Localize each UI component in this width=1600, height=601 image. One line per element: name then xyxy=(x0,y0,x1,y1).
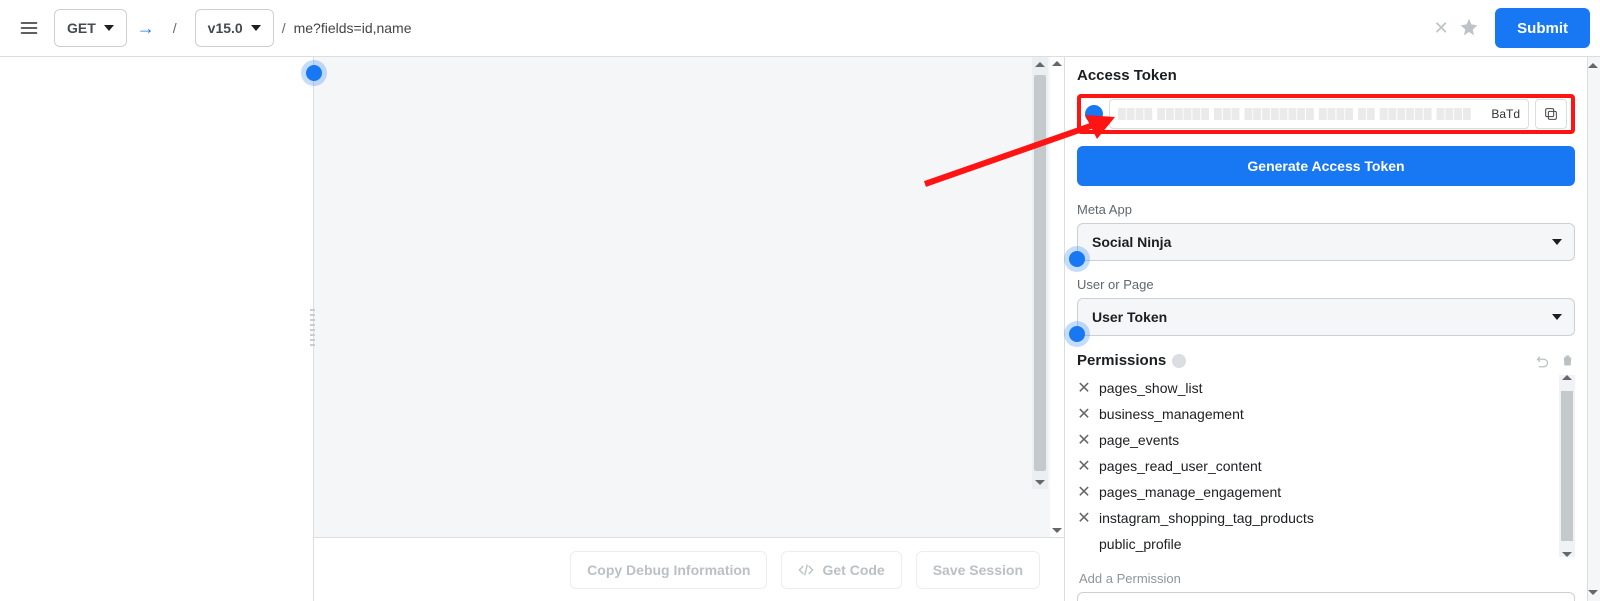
tour-dot-icon xyxy=(306,65,322,81)
permission-name: pages_show_list xyxy=(1099,380,1203,396)
scroll-up-icon[interactable] xyxy=(1052,61,1062,66)
remove-permission-icon[interactable]: ✕ xyxy=(1077,430,1091,450)
permissions-title: Permissions xyxy=(1077,352,1166,369)
http-method-label: GET xyxy=(67,20,96,36)
caret-down-icon xyxy=(104,20,114,36)
copy-debug-button[interactable]: Copy Debug Information xyxy=(570,551,767,589)
scroll-up-icon[interactable] xyxy=(1562,375,1572,380)
copy-token-button[interactable] xyxy=(1535,99,1567,129)
outer-scrollbar[interactable] xyxy=(1050,57,1064,537)
favorite-icon[interactable] xyxy=(1459,17,1481,39)
scroll-up-icon[interactable] xyxy=(1033,57,1047,71)
permission-item: ✕ instagram_shopping_tag_products xyxy=(1077,505,1555,531)
save-session-label: Save Session xyxy=(933,562,1023,578)
tour-dot-icon xyxy=(1069,326,1085,342)
permission-item: ✕ pages_read_user_content xyxy=(1077,453,1555,479)
remove-permission-icon[interactable]: ✕ xyxy=(1077,456,1091,476)
permission-name: instagram_shopping_tag_products xyxy=(1099,510,1314,526)
user-or-page-label: User or Page xyxy=(1077,277,1575,292)
meta-app-value: Social Ninja xyxy=(1092,234,1171,250)
permission-name: public_profile xyxy=(1099,536,1182,552)
scroll-down-icon[interactable] xyxy=(1588,590,1598,595)
permission-name: page_events xyxy=(1099,432,1179,448)
add-permission-wrap: 6 options selected xyxy=(1077,592,1575,601)
trash-icon[interactable] xyxy=(1560,353,1575,368)
tour-dot-icon xyxy=(1069,251,1085,267)
meta-app-select[interactable]: Social Ninja xyxy=(1077,223,1575,261)
response-actions: Copy Debug Information Get Code Save Ses… xyxy=(314,537,1064,601)
permissions-area: ✕ pages_show_list ✕ business_management ✕ pag… xyxy=(1077,375,1575,557)
meta-app-label: Meta App xyxy=(1077,202,1575,217)
generate-token-button[interactable]: Generate Access Token xyxy=(1077,146,1575,186)
scroll-down-icon[interactable] xyxy=(1052,528,1062,533)
caret-down-icon xyxy=(1552,234,1562,250)
body: Copy Debug Information Get Code Save Ses… xyxy=(0,57,1600,601)
user-page-select[interactable]: User Token xyxy=(1077,298,1575,336)
access-token-panel: Access Token ████ ██████ ███ ████████ ██… xyxy=(1065,57,1588,601)
permission-item-fixed: ✕public_profile xyxy=(1077,531,1555,557)
token-suffix-text: BaTd xyxy=(1491,107,1520,121)
path-separator: / xyxy=(173,20,177,36)
page-scrollbar[interactable] xyxy=(1588,57,1600,601)
copy-icon xyxy=(1543,106,1559,122)
response-canvas xyxy=(314,57,1064,537)
user-page-value: User Token xyxy=(1092,309,1167,325)
topbar: GET → / v15.0 / ✕ Submit xyxy=(0,0,1600,57)
meta-app-select-wrap: Social Ninja xyxy=(1077,223,1575,261)
scroll-up-icon[interactable] xyxy=(1588,63,1598,68)
add-permission-label: Add a Permission xyxy=(1079,571,1575,586)
permission-item: ✕ business_management xyxy=(1077,401,1555,427)
get-code-button[interactable]: Get Code xyxy=(781,551,901,589)
permission-name: pages_manage_engagement xyxy=(1099,484,1281,500)
code-icon xyxy=(798,562,814,578)
permissions-list: ✕ pages_show_list ✕ business_management ✕ pag… xyxy=(1077,375,1555,557)
remove-permission-icon[interactable]: ✕ xyxy=(1077,378,1091,398)
path-separator: / xyxy=(282,20,286,36)
access-token-input[interactable]: ████ ██████ ███ ████████ ████ ██ ██████ … xyxy=(1109,99,1529,129)
scroll-down-icon[interactable] xyxy=(1562,552,1572,557)
remove-permission-icon[interactable]: ✕ xyxy=(1077,482,1091,502)
caret-down-icon xyxy=(1552,309,1562,325)
permission-item: ✕ pages_show_list xyxy=(1077,375,1555,401)
remove-permission-icon[interactable]: ✕ xyxy=(1077,508,1091,528)
remove-permission-icon[interactable]: ✕ xyxy=(1077,404,1091,424)
inner-scrollbar[interactable] xyxy=(1032,57,1048,489)
access-token-field-highlight: ████ ██████ ███ ████████ ████ ██ ██████ … xyxy=(1077,94,1575,134)
menu-icon[interactable] xyxy=(14,13,44,43)
api-version-label: v15.0 xyxy=(208,20,243,36)
clear-query-icon[interactable]: ✕ xyxy=(1431,18,1451,38)
permission-item: ✕ pages_manage_engagement xyxy=(1077,479,1555,505)
info-icon[interactable] xyxy=(1085,105,1103,123)
permissions-scrollbar[interactable] xyxy=(1559,375,1575,557)
undo-icon[interactable] xyxy=(1535,353,1550,368)
access-token-title: Access Token xyxy=(1077,67,1575,84)
info-icon[interactable] xyxy=(1172,354,1186,368)
scroll-down-icon[interactable] xyxy=(1033,475,1047,489)
permissions-header: Permissions xyxy=(1077,352,1575,369)
permission-name: business_management xyxy=(1099,406,1244,422)
copy-debug-label: Copy Debug Information xyxy=(587,562,750,578)
caret-down-icon xyxy=(251,20,261,36)
left-gutter xyxy=(0,57,313,601)
token-obscured-text: ████ ██████ ███ ████████ ████ ██ ██████ … xyxy=(1118,108,1491,120)
arrow-right-icon: → xyxy=(137,18,155,39)
add-permission-select[interactable]: 6 options selected xyxy=(1077,592,1575,601)
graph-path-input[interactable] xyxy=(294,9,1424,47)
api-version-dropdown[interactable]: v15.0 xyxy=(195,9,274,47)
permission-item: ✕ page_events xyxy=(1077,427,1555,453)
save-session-button[interactable]: Save Session xyxy=(916,551,1040,589)
response-pane: Copy Debug Information Get Code Save Ses… xyxy=(313,57,1065,601)
http-method-dropdown[interactable]: GET xyxy=(54,9,127,47)
user-page-select-wrap: User Token xyxy=(1077,298,1575,336)
permission-name: pages_read_user_content xyxy=(1099,458,1262,474)
get-code-label: Get Code xyxy=(822,562,884,578)
submit-button[interactable]: Submit xyxy=(1495,8,1590,48)
